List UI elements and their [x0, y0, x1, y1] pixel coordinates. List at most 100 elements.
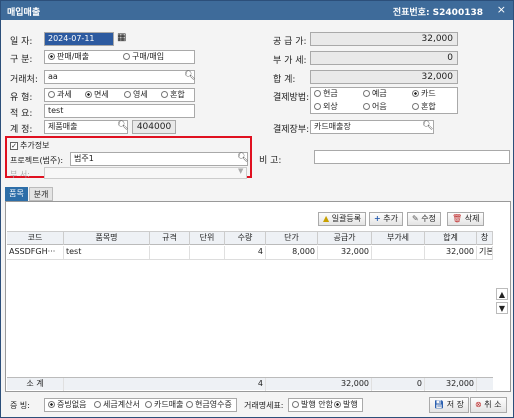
tab-items[interactable]: 품목 — [5, 187, 28, 201]
purchase-sales-window: 매입매출 전표번호: S2400138 × 일 자: 2024-07-11 ▦ … — [0, 0, 514, 418]
chevron-down-icon: ▼ — [238, 167, 244, 175]
project-field[interactable]: 범주1 — [70, 152, 248, 166]
tab-journal[interactable]: 분개 — [29, 187, 53, 201]
add-button[interactable]: + 추가 — [369, 212, 403, 226]
cancel-button[interactable]: ⊗ 취 소 — [470, 397, 507, 413]
date-label: 일 자: — [10, 37, 33, 47]
evidence-option-tax-invoice[interactable]: 세금계산서 — [94, 399, 140, 411]
search-icon[interactable]: 🔍︎ — [237, 153, 248, 163]
col-vat[interactable]: 부가세 — [372, 232, 425, 245]
col-unit[interactable]: 단위 — [190, 232, 225, 245]
dept-label: 부 서: — [10, 170, 30, 179]
account-code: 404000 — [132, 120, 176, 134]
cell-unit — [190, 246, 225, 259]
memo-field[interactable] — [314, 150, 510, 164]
grid-header: 코드 품목명 규격 단위 수량 단가 공급가 부가세 합계 창 — [7, 231, 493, 245]
payment-option-card[interactable]: 카드 — [412, 88, 436, 100]
cell-total: 32,000 — [425, 246, 477, 259]
evidence-option-cash-receipt[interactable]: 현금영수증 — [186, 399, 232, 411]
col-spec[interactable]: 규격 — [150, 232, 190, 245]
col-warehouse[interactable]: 창 — [477, 232, 493, 245]
payment-option-deposit[interactable]: 예금 — [363, 88, 387, 100]
type-option-mixed[interactable]: 혼합 — [161, 89, 185, 101]
bulk-register-button[interactable]: ▲ 일괄등록 — [318, 212, 367, 226]
statement-option-yes[interactable]: 발행 — [334, 399, 358, 411]
type-option-exempt[interactable]: 면세 — [85, 89, 109, 101]
extra-info-checkbox[interactable]: ✓ 추가정보 — [10, 140, 49, 151]
search-icon[interactable]: 🔍︎ — [117, 121, 128, 131]
evidence-option-none[interactable]: 증빙없음 — [48, 399, 86, 411]
cell-price: 8,000 — [266, 246, 318, 259]
customer-label: 거래처: — [10, 75, 38, 85]
save-button[interactable]: 💾︎ 저 장 — [429, 397, 469, 413]
dept-field — [44, 167, 247, 179]
edit-button[interactable]: ✎ 수정 — [407, 212, 441, 226]
vat-field: 0 — [310, 51, 458, 65]
cell-vat — [372, 246, 425, 259]
division-option-purchase[interactable]: 구매/매입 — [123, 51, 164, 63]
payment-option-cash[interactable]: 현금 — [314, 88, 338, 100]
cell-warehouse: 기본 — [477, 246, 493, 259]
cell-name: test — [64, 246, 150, 259]
calendar-icon[interactable]: ▦ — [117, 32, 126, 43]
division-label: 구 분: — [10, 55, 33, 65]
payment-option-mixed[interactable]: 혼합 — [412, 101, 436, 113]
supply-label: 공 급 가: — [273, 37, 307, 47]
payment-radio-group: 현금 예금 카드 외상 어음 혼합 — [310, 87, 458, 114]
pay-account-field[interactable]: 카드매출장 — [310, 120, 434, 134]
statement-label: 거래명세표: — [244, 401, 284, 410]
payment-option-credit[interactable]: 외상 — [314, 101, 338, 113]
type-label: 유 형: — [10, 93, 33, 103]
statement-option-no[interactable]: 발행 안함 — [292, 399, 333, 411]
account-field[interactable]: 제품매출 — [44, 120, 128, 134]
col-name[interactable]: 품목명 — [64, 232, 150, 245]
search-icon[interactable]: 🔍︎ — [422, 121, 433, 131]
cell-code: ASSDFGH··· — [7, 246, 64, 259]
summary-vat: 0 — [372, 378, 425, 391]
move-up-button[interactable]: ▲ — [496, 288, 508, 300]
date-field[interactable]: 2024-07-11 — [44, 32, 114, 46]
table-row[interactable]: ASSDFGH··· test 4 8,000 32,000 32,000 기본 — [7, 246, 493, 260]
total-label: 합 계: — [273, 75, 296, 85]
total-field: 32,000 — [310, 70, 458, 84]
division-radio-group: 판매/매출 구매/매입 — [44, 50, 195, 64]
type-option-zero[interactable]: 영세 — [124, 89, 148, 101]
vat-label: 부 가 세: — [273, 56, 307, 66]
cell-spec — [150, 246, 190, 259]
move-down-button[interactable]: ▼ — [496, 302, 508, 314]
summary-label: 소 계 — [7, 378, 64, 391]
col-supply[interactable]: 공급가 — [318, 232, 372, 245]
col-qty[interactable]: 수량 — [225, 232, 266, 245]
cell-qty: 4 — [225, 246, 266, 259]
memo-label: 비 고: — [259, 156, 282, 166]
evidence-option-card[interactable]: 카드매출 — [145, 399, 183, 411]
summary-row: 소 계 4 32,000 0 32,000 — [7, 377, 493, 391]
slip-number: 전표번호: S2400138 — [392, 8, 483, 18]
payment-option-note[interactable]: 어음 — [363, 101, 387, 113]
title-bar: 매입매출 전표번호: S2400138 × — [1, 1, 513, 20]
cell-supply: 32,000 — [318, 246, 372, 259]
summary-field[interactable]: test — [44, 104, 195, 118]
account-label: 계 정: — [10, 125, 33, 135]
summary-total: 32,000 — [425, 378, 477, 391]
search-icon[interactable]: 🔍︎ — [184, 71, 195, 81]
summary-supply: 32,000 — [318, 378, 372, 391]
type-option-taxable[interactable]: 과세 — [48, 89, 72, 101]
delete-button[interactable]: 🗑︎ 삭제 — [447, 212, 485, 226]
evidence-radio-group: 증빙없음 세금계산서 카드매출 현금영수증 — [44, 398, 237, 412]
summary-qty: 4 — [225, 378, 266, 391]
customer-field[interactable]: aa — [44, 70, 195, 84]
evidence-label: 증 빙: — [10, 401, 30, 410]
window-title: 매입매출 — [7, 8, 41, 18]
close-icon[interactable]: × — [497, 3, 506, 16]
type-radio-group: 과세 면세 영세 혼합 — [44, 88, 195, 102]
division-option-sales[interactable]: 판매/매출 — [48, 51, 89, 63]
items-panel — [5, 201, 511, 392]
col-price[interactable]: 단가 — [266, 232, 318, 245]
col-total[interactable]: 합계 — [425, 232, 477, 245]
project-label: 프로젝트(범주): — [10, 156, 64, 165]
col-code[interactable]: 코드 — [7, 232, 64, 245]
payment-label: 결제방법: — [273, 93, 310, 103]
statement-radio-group: 발행 안함 발행 — [288, 398, 363, 412]
pay-account-label: 결제장부: — [273, 125, 310, 135]
